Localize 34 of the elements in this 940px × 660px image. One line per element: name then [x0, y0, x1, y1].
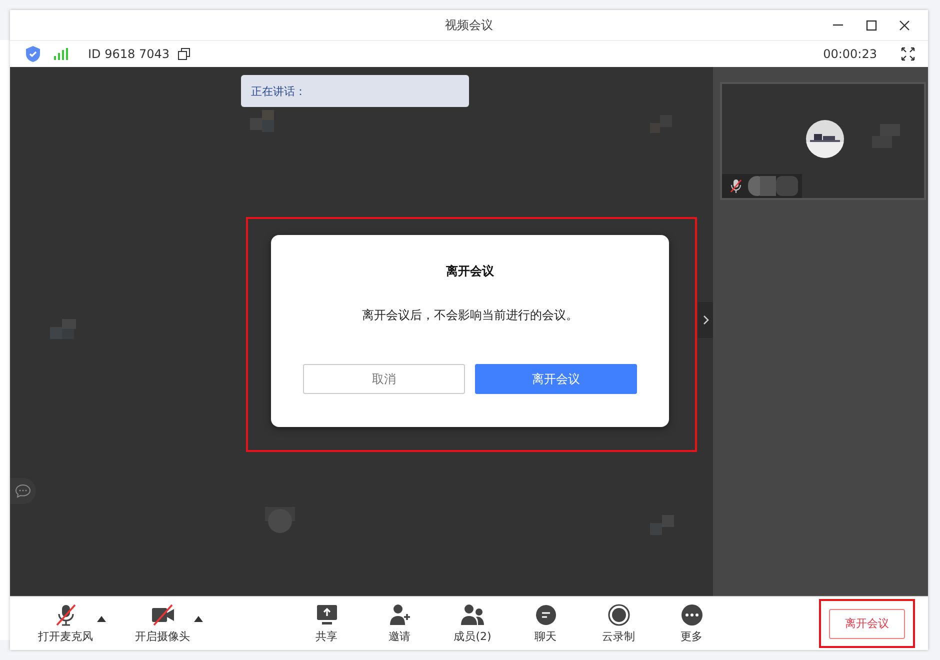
record-button[interactable]: 云录制: [582, 604, 655, 644]
caret-icon[interactable]: [194, 616, 203, 622]
chat-icon: [534, 604, 558, 626]
collapse-tab[interactable]: [698, 302, 713, 338]
chat-bubble-icon[interactable]: [10, 478, 36, 504]
caret-icon[interactable]: [97, 616, 106, 622]
chat-button[interactable]: 聊天: [509, 604, 582, 644]
add-person-icon: [388, 604, 412, 626]
maximize-icon[interactable]: [866, 20, 877, 30]
camera-button[interactable]: 开启摄像头: [135, 604, 190, 644]
leave-button[interactable]: 离开会议: [475, 364, 637, 394]
microphone-button[interactable]: 打开麦克风: [38, 604, 93, 644]
cancel-button[interactable]: 取消: [303, 364, 465, 394]
people-icon: [460, 604, 484, 626]
shield-icon[interactable]: [26, 46, 40, 62]
meeting-id: ID 9618 7043: [88, 47, 170, 61]
invite-button[interactable]: 邀请: [363, 604, 436, 644]
fullscreen-icon[interactable]: [901, 47, 915, 61]
close-icon[interactable]: [899, 20, 910, 30]
dialog-message: 离开会议后，不会影响当前进行的会议。: [362, 307, 578, 324]
chevron-icon: [702, 315, 708, 325]
members-button[interactable]: 成员(2): [436, 604, 509, 644]
dialog-title: 离开会议: [446, 263, 494, 280]
blurred-name: [748, 176, 798, 196]
window-title: 视频会议: [445, 16, 493, 34]
leave-meeting-button[interactable]: 离开会议: [829, 608, 905, 638]
meeting-timer: 00:00:23: [823, 47, 877, 61]
speaking-indicator: 正在讲话：: [241, 75, 469, 107]
more-button[interactable]: 更多: [655, 604, 728, 644]
share-button[interactable]: 共享: [290, 604, 363, 644]
record-icon: [606, 604, 630, 626]
copy-icon[interactable]: [178, 48, 190, 60]
more-icon: [680, 604, 704, 626]
share-screen-icon: [314, 604, 338, 626]
